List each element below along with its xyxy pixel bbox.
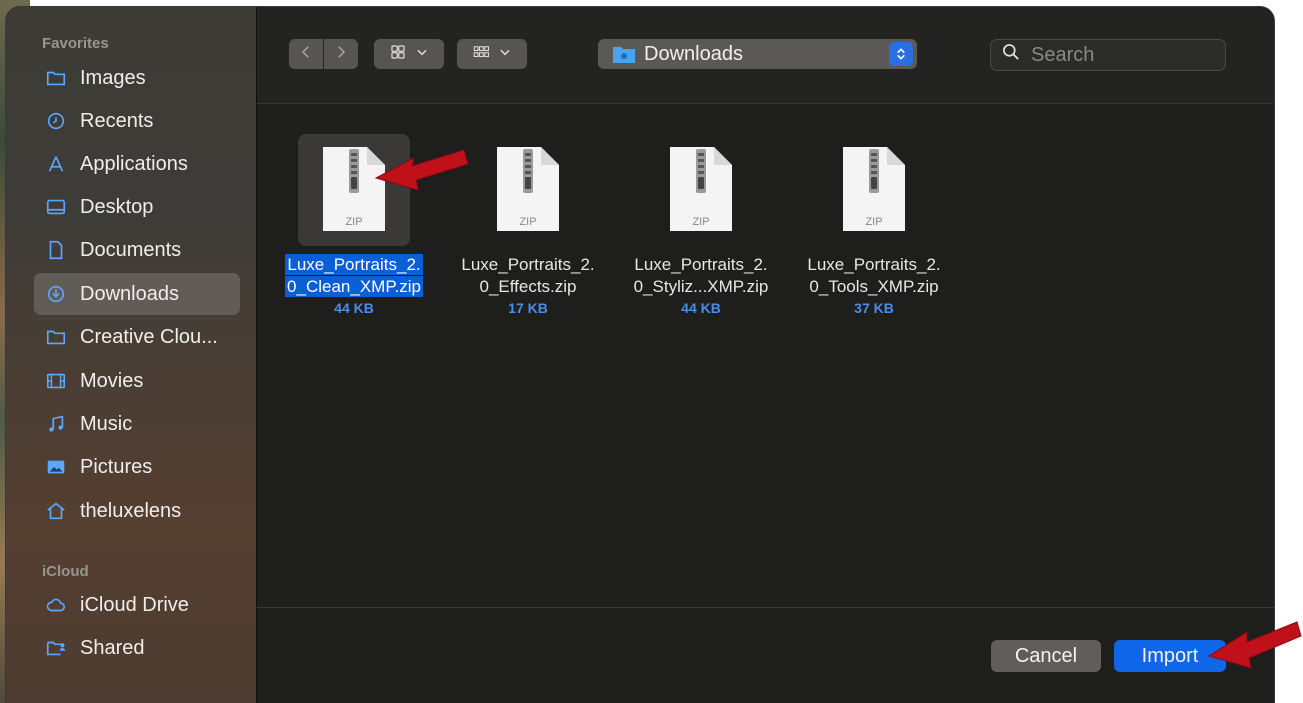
- file-thumbnail: ZIP: [472, 134, 584, 246]
- folder-icon: [44, 325, 68, 349]
- file-size: 44 KB: [334, 300, 374, 316]
- applications-icon: [44, 152, 68, 176]
- file-size: 44 KB: [681, 300, 721, 316]
- dialog-footer: Cancel Import: [257, 607, 1274, 703]
- home-icon: [44, 499, 68, 523]
- zip-badge: ZIP: [519, 216, 536, 228]
- file-name-line: Luxe_Portraits_2.: [285, 254, 423, 275]
- zip-file-icon: ZIP: [497, 147, 559, 231]
- sidebar-item-home[interactable]: theluxelens: [34, 490, 240, 532]
- cancel-button[interactable]: Cancel: [991, 640, 1101, 672]
- sidebar-item-icloud-drive[interactable]: iCloud Drive: [34, 584, 240, 626]
- file-name-line: 0_Clean_XMP.zip: [285, 276, 423, 297]
- file-name-line: 0_Tools_XMP.zip: [809, 277, 939, 296]
- back-button[interactable]: [289, 39, 323, 69]
- folder-icon: [612, 44, 636, 64]
- location-label: Downloads: [644, 42, 743, 65]
- sidebar-item-label: Recents: [80, 109, 154, 132]
- search-field[interactable]: Search: [990, 39, 1226, 71]
- sidebar-section-icloud: iCloud: [42, 563, 89, 580]
- sidebar-item-recents[interactable]: Recents: [34, 100, 240, 142]
- film-icon: [44, 369, 68, 393]
- chevron-left-icon: [297, 43, 315, 66]
- file-name: Luxe_Portraits_2. 0_Tools_XMP.zip: [789, 254, 959, 298]
- sidebar-item-label: Downloads: [80, 282, 179, 305]
- chevron-down-icon: [498, 45, 512, 64]
- search-placeholder: Search: [1031, 43, 1095, 66]
- sidebar-item-label: Creative Clou...: [80, 325, 218, 348]
- file-thumbnail: ZIP: [818, 134, 930, 246]
- sidebar-item-desktop[interactable]: Desktop: [34, 186, 240, 228]
- sidebar-item-label: Pictures: [80, 455, 153, 478]
- grid-view-icon: [389, 43, 407, 66]
- chevron-right-icon: [332, 43, 350, 66]
- sidebar-item-images[interactable]: Images: [34, 57, 240, 99]
- chevron-down-icon: [415, 45, 429, 64]
- file-name-line: 0_Styliz...XMP.zip: [633, 277, 769, 296]
- sidebar-item-creative-cloud[interactable]: Creative Clou...: [34, 316, 240, 358]
- file-name-line: 0_Effects.zip: [479, 277, 577, 296]
- sidebar-item-documents[interactable]: Documents: [34, 229, 240, 271]
- file-item[interactable]: ZIP Luxe_Portraits_2. 0_Tools_XMP.zip 37…: [789, 134, 959, 316]
- sidebar-item-label: Movies: [80, 369, 144, 392]
- annotation-arrow-icon: [374, 149, 469, 191]
- sidebar-item-label: Shared: [80, 636, 145, 659]
- main-panel: Downloads Search ZIP Luxe_Portraits_2. 0…: [257, 7, 1274, 703]
- sidebar-item-label: iCloud Drive: [80, 593, 189, 616]
- file-name-line: Luxe_Portraits_2.: [634, 255, 768, 274]
- annotation-arrow-icon: [1207, 621, 1302, 669]
- folder-icon: [44, 66, 68, 90]
- sidebar-item-label: theluxelens: [80, 499, 182, 522]
- file-size: 37 KB: [854, 300, 894, 316]
- sidebar-item-label: Applications: [80, 152, 188, 175]
- sidebar: Favorites Images Recents Applications De…: [6, 7, 257, 703]
- forward-button[interactable]: [324, 39, 358, 69]
- sidebar-item-label: Images: [80, 66, 146, 89]
- file-name: Luxe_Portraits_2. 0_Effects.zip: [443, 254, 613, 298]
- download-icon: [44, 282, 68, 306]
- sidebar-item-applications[interactable]: Applications: [34, 143, 240, 185]
- location-popup[interactable]: Downloads: [598, 39, 917, 69]
- zip-badge: ZIP: [692, 216, 709, 228]
- file-size: 17 KB: [508, 300, 548, 316]
- file-thumbnail: ZIP: [645, 134, 757, 246]
- document-icon: [44, 238, 68, 262]
- zip-badge: ZIP: [345, 216, 362, 228]
- sidebar-item-label: Music: [80, 412, 133, 435]
- desktop-icon: [44, 195, 68, 219]
- group-grid-icon: [472, 43, 490, 66]
- sidebar-item-label: Desktop: [80, 195, 154, 218]
- picture-icon: [44, 455, 68, 479]
- up-down-chevron-icon: [889, 42, 913, 66]
- file-name-line: Luxe_Portraits_2.: [461, 255, 595, 274]
- search-icon: [991, 42, 1031, 68]
- group-view-button[interactable]: [457, 39, 527, 69]
- file-picker-dialog: Favorites Images Recents Applications De…: [6, 7, 1274, 703]
- sidebar-item-shared[interactable]: Shared: [34, 627, 240, 669]
- music-icon: [44, 412, 68, 436]
- file-name: Luxe_Portraits_2. 0_Styliz...XMP.zip: [616, 254, 786, 298]
- sidebar-item-movies[interactable]: Movies: [34, 360, 240, 402]
- sidebar-item-downloads[interactable]: Downloads: [34, 273, 240, 315]
- sidebar-section-favorites: Favorites: [42, 35, 109, 52]
- file-name-line: Luxe_Portraits_2.: [807, 255, 941, 274]
- clock-icon: [44, 109, 68, 133]
- shared-folder-icon: [44, 636, 68, 660]
- sidebar-item-label: Documents: [80, 238, 182, 261]
- file-name: Luxe_Portraits_2. 0_Clean_XMP.zip: [269, 254, 439, 298]
- zip-badge: ZIP: [865, 216, 882, 228]
- sidebar-item-music[interactable]: Music: [34, 403, 240, 445]
- zip-file-icon: ZIP: [843, 147, 905, 231]
- icon-view-button[interactable]: [374, 39, 444, 69]
- cloud-icon: [44, 593, 68, 617]
- toolbar: Downloads Search: [257, 7, 1274, 104]
- file-item[interactable]: ZIP Luxe_Portraits_2. 0_Styliz...XMP.zip…: [616, 134, 786, 316]
- zip-file-icon: ZIP: [670, 147, 732, 231]
- sidebar-item-pictures[interactable]: Pictures: [34, 446, 240, 488]
